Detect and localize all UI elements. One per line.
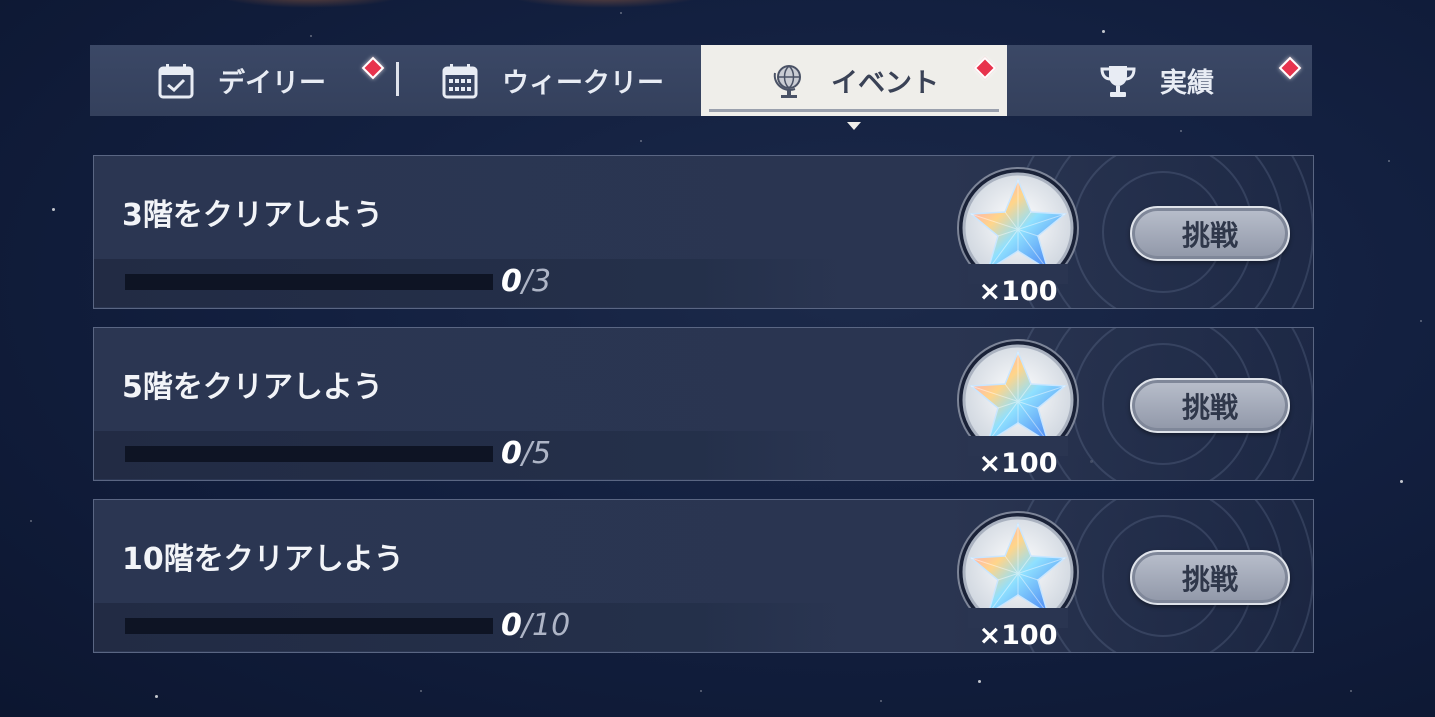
mission-screen: デイリー ウィークリー イベント 実績 3階をクリアしよう 0/3 ×100 挑…	[0, 0, 1435, 717]
reward-count: ×100	[978, 276, 1058, 307]
globe-icon	[773, 64, 801, 98]
background-star	[880, 700, 882, 702]
reward-count: ×100	[978, 448, 1058, 479]
background-star	[1102, 30, 1105, 33]
challenge-button[interactable]: 挑戦	[1130, 206, 1290, 261]
reward-item: ×100	[954, 338, 1082, 479]
rainbow-star-crystal-icon	[957, 167, 1079, 284]
tab-weekly-label: ウィークリー	[502, 68, 664, 99]
background-star	[52, 208, 55, 211]
progress-current: 0	[501, 608, 522, 643]
progress-text: 0/3	[501, 264, 551, 299]
tab-event[interactable]: イベント	[701, 45, 1007, 130]
background-star	[420, 690, 422, 692]
new-badge-icon	[1278, 56, 1302, 80]
tab-achievements[interactable]: 実績	[1098, 45, 1214, 116]
progress-bar	[125, 618, 493, 634]
background-star	[1420, 320, 1422, 322]
background-star	[1350, 690, 1352, 692]
progress-current: 0	[501, 264, 522, 299]
reward-count: ×100	[978, 620, 1058, 651]
rainbow-star-crystal-icon	[957, 511, 1079, 628]
tab-daily-label: デイリー	[218, 68, 326, 99]
challenge-button-label: 挑戦	[1181, 390, 1238, 424]
mission-title: 5階をクリアしよう	[122, 370, 383, 405]
background-star	[155, 695, 158, 698]
progress-current: 0	[501, 436, 522, 471]
challenge-button-label: 挑戦	[1181, 218, 1238, 252]
reward-item: ×100	[954, 166, 1082, 307]
progress-total: /10	[521, 608, 571, 643]
reward-item: ×100	[954, 510, 1082, 651]
background-star	[620, 12, 622, 14]
tab-weekly[interactable]: ウィークリー	[440, 45, 664, 116]
mission-title: 3階をクリアしよう	[122, 198, 383, 233]
progress-text: 0/10	[501, 608, 570, 643]
challenge-button[interactable]: 挑戦	[1130, 550, 1290, 605]
tab-achievements-label: 実績	[1160, 68, 1214, 99]
calendar-check-icon	[158, 63, 194, 98]
background-star	[640, 140, 642, 142]
tab-selected-underline	[709, 109, 999, 112]
progress-total: /5	[521, 436, 552, 471]
background-star	[1180, 130, 1182, 132]
tab-selected-pointer	[847, 122, 861, 130]
tab-divider	[396, 62, 399, 96]
progress-bar	[125, 446, 493, 462]
mission-card: 3階をクリアしよう 0/3 ×100 挑戦	[93, 155, 1314, 309]
tab-daily[interactable]: デイリー	[156, 45, 326, 116]
calendar-grid-icon	[442, 63, 478, 98]
rainbow-star-crystal-icon	[957, 339, 1079, 456]
progress-text: 0/5	[501, 436, 551, 471]
mission-tab-bar: デイリー ウィークリー イベント 実績	[90, 45, 1312, 130]
mission-card: 10階をクリアしよう 0/10 ×100 挑戦	[93, 499, 1314, 653]
background-star	[310, 35, 312, 37]
progress-bar	[125, 274, 493, 290]
mission-title: 10階をクリアしよう	[122, 542, 404, 577]
background-star	[30, 520, 32, 522]
background-star	[1400, 480, 1403, 483]
background-star	[700, 690, 702, 692]
tab-event-label: イベント	[831, 68, 939, 99]
challenge-button-label: 挑戦	[1181, 562, 1238, 596]
challenge-button[interactable]: 挑戦	[1130, 378, 1290, 433]
background-star	[978, 680, 981, 683]
progress-total: /3	[521, 264, 552, 299]
background-glow	[215, 0, 405, 8]
new-badge-icon	[361, 56, 385, 80]
trophy-icon	[1100, 65, 1136, 97]
background-glow	[505, 0, 705, 8]
background-star	[1388, 160, 1390, 162]
mission-card: 5階をクリアしよう 0/5 ×100 挑戦	[93, 327, 1314, 481]
